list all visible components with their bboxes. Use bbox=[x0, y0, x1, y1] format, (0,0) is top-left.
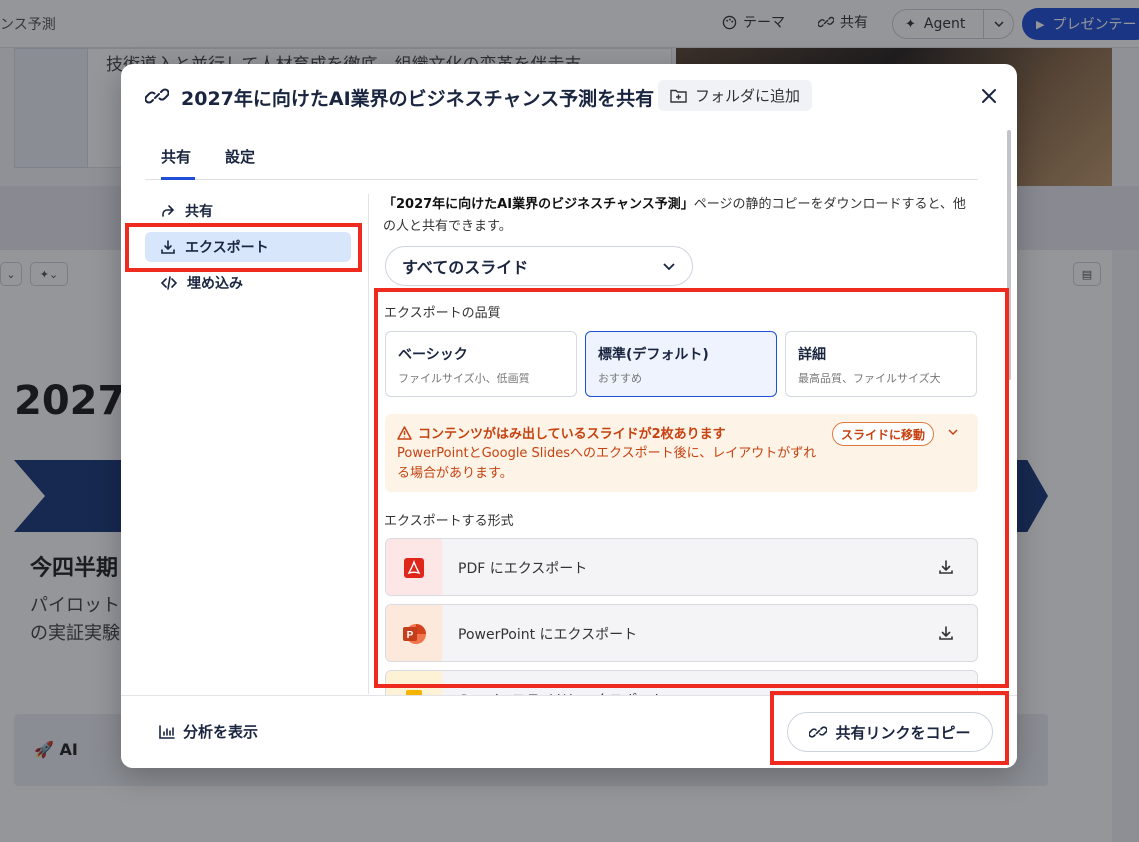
modal-title: 2027年に向けたAI業界のビジネスチャンス予測を共有 bbox=[181, 88, 655, 110]
add-to-folder-button[interactable]: フォルダに追加 bbox=[658, 80, 813, 111]
doc-name: 「2027年に向けたAI業界のビジネスチャンス予測」 bbox=[383, 197, 694, 212]
download-icon bbox=[938, 559, 954, 579]
format-label-powerpoint: PowerPoint にエクスポート bbox=[458, 627, 638, 643]
side-item-label: エクスポート bbox=[185, 240, 269, 256]
side-item-embed[interactable]: 埋め込み bbox=[145, 268, 351, 298]
divider bbox=[368, 194, 369, 694]
slide-range-value: すべてのスライド bbox=[402, 258, 529, 277]
quality-sub: 最高品質、ファイルサイズ大 bbox=[798, 372, 941, 385]
quality-sub: おすすめ bbox=[598, 372, 642, 385]
link-icon bbox=[809, 726, 828, 738]
download-icon bbox=[938, 625, 954, 645]
side-item-label: 埋め込み bbox=[187, 276, 243, 292]
tab-share[interactable]: 共有 bbox=[161, 146, 195, 180]
warning-icon bbox=[397, 425, 412, 440]
side-item-label: 共有 bbox=[185, 204, 213, 220]
bar-chart-icon bbox=[159, 724, 175, 739]
quality-detailed[interactable]: 詳細 最高品質、ファイルサイズ大 bbox=[785, 331, 977, 397]
share-modal: 2027年に向けたAI業界のビジネスチャンス予測を共有 フォルダに追加 共有 設… bbox=[121, 64, 1017, 768]
chevron-down-icon bbox=[663, 263, 675, 271]
quality-title: 標準(デフォルト) bbox=[598, 347, 709, 363]
add-to-folder-label: フォルダに追加 bbox=[695, 87, 801, 105]
chevron-down-icon[interactable] bbox=[947, 426, 959, 441]
share-arrow-icon bbox=[162, 205, 175, 217]
powerpoint-icon: P bbox=[386, 605, 442, 661]
side-item-share[interactable]: 共有 bbox=[145, 196, 351, 226]
copy-share-link-label: 共有リンクをコピー bbox=[835, 723, 971, 742]
export-pdf-button[interactable]: PDF にエクスポート bbox=[385, 538, 978, 596]
export-powerpoint-button[interactable]: P PowerPoint にエクスポート bbox=[385, 604, 978, 662]
close-icon[interactable] bbox=[977, 84, 1001, 108]
svg-text:P: P bbox=[407, 630, 414, 641]
view-analytics-button[interactable]: 分析を表示 bbox=[159, 721, 258, 742]
slide-range-select[interactable]: すべてのスライド bbox=[385, 246, 693, 286]
code-icon bbox=[161, 276, 177, 290]
modal-tabs: 共有 設定 bbox=[145, 136, 978, 180]
export-content: 「2027年に向けたAI業界のビジネスチャンス予測」ページの静的コピーをダウンロ… bbox=[383, 194, 983, 286]
quality-standard[interactable]: 標準(デフォルト) おすすめ bbox=[585, 331, 777, 397]
quality-basic[interactable]: ベーシック ファイルサイズ小、低画質 bbox=[385, 331, 577, 397]
quality-title: ベーシック bbox=[398, 347, 468, 363]
quality-sub: ファイルサイズ小、低画質 bbox=[398, 372, 530, 385]
overflow-warning: コンテンツがはみ出しているスライドが2枚あります PowerPointとGoog… bbox=[385, 414, 978, 492]
format-label-pdf: PDF にエクスポート bbox=[458, 561, 588, 577]
scrollbar-thumb[interactable] bbox=[1007, 130, 1011, 380]
copy-share-link-button[interactable]: 共有リンクをコピー bbox=[787, 712, 993, 752]
quality-title: 詳細 bbox=[798, 347, 826, 363]
side-item-export[interactable]: エクスポート bbox=[145, 232, 351, 262]
warning-title-text: コンテンツがはみ出しているスライドが2枚あります bbox=[418, 427, 726, 442]
quality-label: エクスポートの品質 bbox=[384, 306, 501, 321]
folder-plus-icon bbox=[670, 89, 687, 103]
go-to-slide-button[interactable]: スライドに移動 bbox=[832, 422, 935, 446]
link-icon bbox=[144, 84, 170, 112]
warning-title: コンテンツがはみ出しているスライドが2枚あります bbox=[397, 423, 726, 442]
export-description: 「2027年に向けたAI業界のビジネスチャンス予測」ページの静的コピーをダウンロ… bbox=[383, 194, 975, 238]
modal-footer: 分析を表示 共有リンクをコピー bbox=[121, 695, 1017, 768]
view-analytics-label: 分析を表示 bbox=[183, 723, 259, 741]
warning-body: PowerPointとGoogle Slidesへのエクスポート後に、レイアウト… bbox=[397, 446, 817, 481]
tab-settings[interactable]: 設定 bbox=[225, 146, 255, 180]
download-icon bbox=[161, 240, 175, 254]
pdf-icon bbox=[386, 539, 442, 595]
format-label: エクスポートする形式 bbox=[384, 514, 514, 529]
